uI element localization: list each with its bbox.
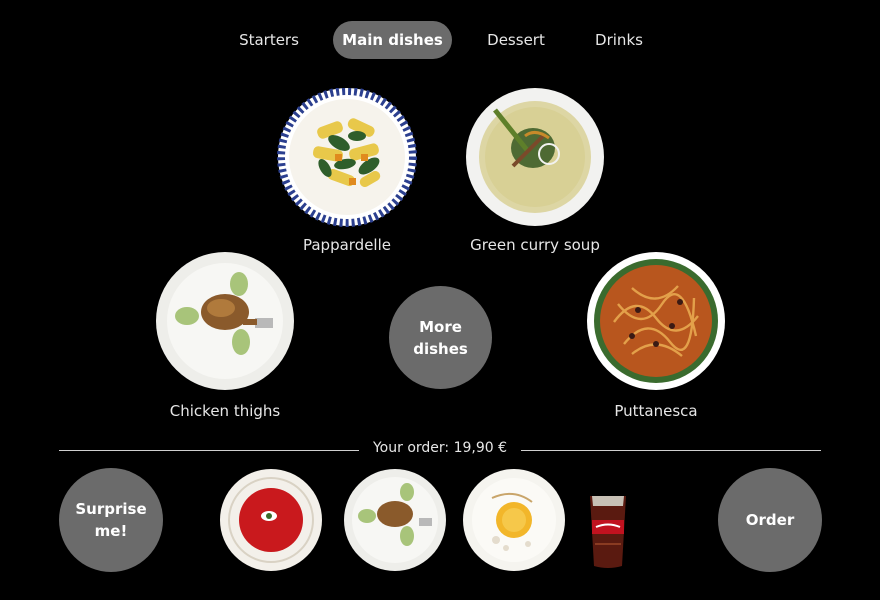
chicken-plate-icon: [156, 252, 294, 390]
dish-name: Puttanesca: [614, 402, 698, 420]
cola-glass-icon: [590, 496, 626, 568]
more-dishes-button[interactable]: More dishes: [389, 286, 492, 389]
order-item[interactable]: [462, 468, 566, 576]
more-dishes-label: More dishes: [413, 317, 468, 358]
tab-main-dishes[interactable]: Main dishes: [333, 21, 452, 59]
order-label: Order: [745, 511, 795, 529]
chicken-plate-icon: [344, 469, 446, 571]
order-item[interactable]: [343, 468, 447, 576]
curry-soup-bowl-icon: [466, 88, 604, 226]
tomato-soup-bowl-icon: [220, 469, 322, 571]
surprise-me-button[interactable]: Surprise me!: [59, 468, 163, 572]
dish-name: Chicken thighs: [169, 402, 281, 420]
dessert-plate-icon: [463, 469, 565, 571]
tab-dessert[interactable]: Dessert: [476, 21, 556, 59]
order-divider-left: [59, 450, 359, 451]
category-tabs: Starters Main dishes Dessert Drinks: [0, 21, 880, 59]
dish-puttanesca[interactable]: Puttanesca: [576, 252, 736, 420]
order-total: Your order: 19,90 €: [372, 440, 508, 456]
order-button[interactable]: Order: [718, 468, 822, 572]
puttanesca-plate-icon: [587, 252, 725, 390]
order-divider-right: [521, 450, 821, 451]
pappardelle-plate-icon: [277, 88, 417, 227]
order-item[interactable]: [586, 494, 630, 574]
surprise-me-label: Surprise me!: [75, 500, 147, 540]
dish-green-curry-soup[interactable]: Green curry soup: [455, 88, 615, 254]
tab-starters[interactable]: Starters: [228, 21, 310, 59]
dish-chicken-thighs[interactable]: Chicken thighs: [145, 252, 305, 420]
dish-pappardelle[interactable]: Pappardelle: [267, 88, 427, 254]
order-item[interactable]: [219, 468, 323, 576]
tab-drinks[interactable]: Drinks: [584, 21, 654, 59]
